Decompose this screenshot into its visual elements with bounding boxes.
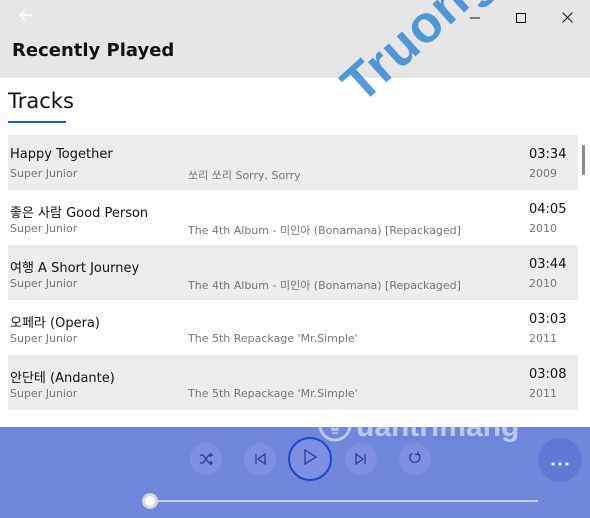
track-row[interactable]: 안단테 (Andante) Super Junior The 5th Repac… <box>8 355 578 410</box>
track-artist: Super Junior <box>10 387 78 400</box>
track-title: 오페라 (Opera) <box>10 316 100 331</box>
window-controls <box>452 0 590 34</box>
title-bar: Recently Played <box>0 0 590 78</box>
back-button[interactable] <box>12 5 40 27</box>
player-bar <box>0 427 590 518</box>
track-title: Happy Together <box>10 147 113 162</box>
track-year: 2011 <box>529 387 557 400</box>
more-button[interactable] <box>538 438 582 482</box>
section-title-tracks[interactable]: Tracks <box>8 89 74 113</box>
minimize-button[interactable] <box>452 0 498 34</box>
track-duration: 03:08 <box>529 367 567 382</box>
play-button[interactable] <box>288 437 332 481</box>
next-button[interactable] <box>345 443 377 475</box>
maximize-icon <box>516 8 526 27</box>
play-icon <box>303 448 318 469</box>
track-artist: Super Junior <box>10 167 78 180</box>
close-icon <box>561 8 573 27</box>
progress-slider-track[interactable] <box>150 500 538 502</box>
track-duration: 04:05 <box>529 202 567 217</box>
track-title: 여행 A Short Journey <box>10 261 140 276</box>
track-duration: 03:44 <box>529 257 567 272</box>
track-row[interactable]: 여행 A Short Journey Super Junior The 4th … <box>8 245 578 300</box>
track-title: 안단테 (Andante) <box>10 371 115 386</box>
track-row[interactable]: 좋은 사람 Good Person Super Junior The 4th A… <box>8 190 578 245</box>
track-artist: Super Junior <box>10 332 78 345</box>
shuffle-button[interactable] <box>190 443 222 475</box>
scrollbar-thumb[interactable] <box>582 145 585 175</box>
page-title: Recently Played <box>12 40 175 61</box>
track-duration: 03:34 <box>529 147 567 162</box>
track-album: The 4th Album - 미인아 (Bonamana) [Repackag… <box>188 224 461 237</box>
section-underline <box>8 121 66 123</box>
track-year: 2011 <box>529 332 557 345</box>
next-icon <box>355 450 367 469</box>
track-row[interactable]: 오페라 (Opera) Super Junior The 5th Repacka… <box>8 300 578 355</box>
track-artist: Super Junior <box>10 277 78 290</box>
more-icon <box>551 451 569 470</box>
track-list: Happy Together Super Junior 쏘리 쏘리 Sorry,… <box>8 135 578 410</box>
track-title: 좋은 사람 Good Person <box>10 206 149 221</box>
track-row[interactable]: Happy Together Super Junior 쏘리 쏘리 Sorry,… <box>8 135 578 190</box>
shuffle-icon <box>199 450 213 469</box>
repeat-button[interactable] <box>399 443 431 475</box>
track-album: The 5th Repackage 'Mr.Simple' <box>188 387 358 400</box>
track-album: The 5th Repackage 'Mr.Simple' <box>188 332 358 345</box>
close-button[interactable] <box>544 0 590 34</box>
previous-icon <box>254 450 266 469</box>
minimize-icon <box>470 8 480 27</box>
track-year: 2010 <box>529 277 557 290</box>
track-album: The 4th Album - 미인아 (Bonamana) [Repackag… <box>188 279 461 292</box>
repeat-icon <box>408 450 422 469</box>
previous-button[interactable] <box>244 443 276 475</box>
maximize-button[interactable] <box>498 0 544 34</box>
track-duration: 03:03 <box>529 312 567 327</box>
back-arrow-icon <box>19 6 33 25</box>
track-year: 2009 <box>529 167 557 180</box>
track-album: 쏘리 쏘리 Sorry, Sorry <box>188 169 301 182</box>
track-year: 2010 <box>529 222 557 235</box>
progress-slider-thumb[interactable] <box>142 493 158 509</box>
track-artist: Super Junior <box>10 222 78 235</box>
